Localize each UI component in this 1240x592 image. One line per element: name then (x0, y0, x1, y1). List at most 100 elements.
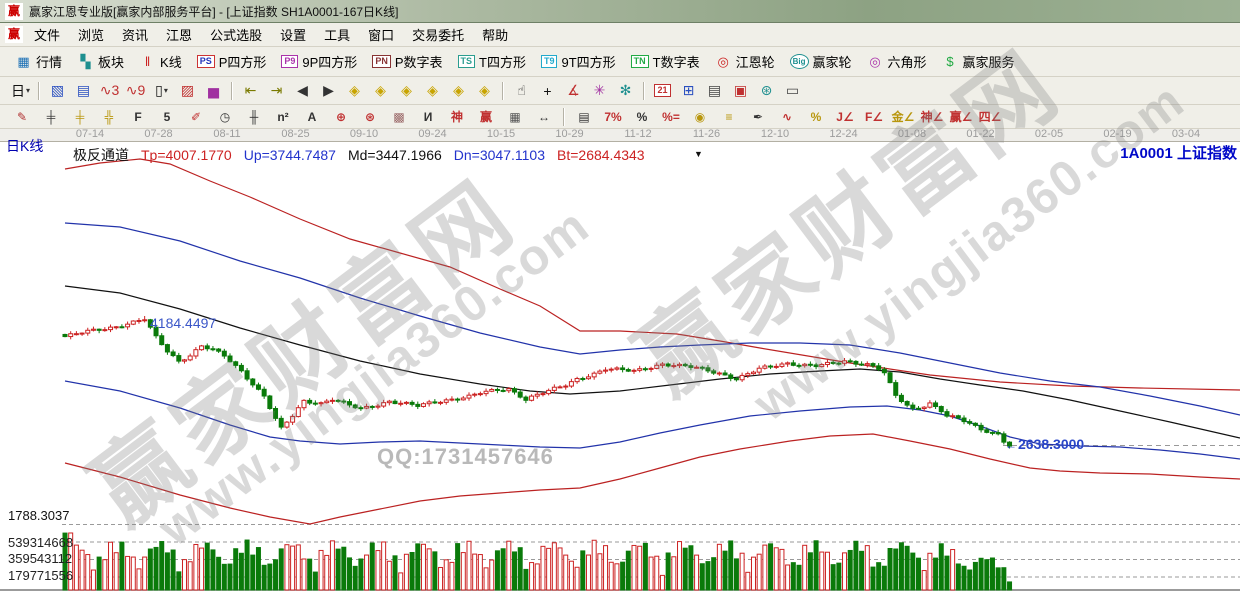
sectors-button[interactable]: ▚ 板块 (70, 49, 131, 74)
gold-levels-icon[interactable]: ≡ (715, 106, 743, 127)
wave-9-icon-glyph: ∿9 (125, 82, 146, 98)
net-update-icon[interactable]: ⊛ (754, 79, 779, 102)
crosshair-icon[interactable]: + (535, 79, 560, 102)
kline-button[interactable]: ‖ K线 (132, 49, 189, 74)
bar-range-icon[interactable]: ↔ (530, 106, 558, 127)
percent-7-icon[interactable]: 7% (599, 106, 627, 127)
toolbar-separator (38, 81, 40, 100)
p-square-button[interactable]: PS P四方形 (190, 49, 274, 74)
compass-pen-icon[interactable]: ✎ (8, 106, 36, 127)
calculator-icon-glyph: ⊞ (682, 82, 695, 98)
menu-item-2[interactable]: 资讯 (113, 22, 157, 47)
angle-win-icon[interactable]: 赢∠ (947, 106, 975, 127)
9t-square-button[interactable]: T9 9T四方形 (534, 49, 623, 74)
candle-style-dropdown[interactable]: ▯ ▾ (149, 79, 174, 102)
winner-wheel-button-label: 赢家轮 (812, 55, 852, 70)
angle-four-icon[interactable]: 四∠ (976, 106, 1004, 127)
diamond-expand-h-icon[interactable]: ◈ (394, 79, 419, 102)
notepad-icon[interactable]: ▤ (702, 79, 727, 102)
win-grid-icon[interactable]: 赢 (472, 106, 500, 127)
quote-page-icon[interactable]: ▤ (71, 79, 96, 102)
angle-shen-icon[interactable]: 神∠ (918, 106, 946, 127)
gold-circle-icon[interactable]: ◉ (686, 106, 714, 127)
calendar-21-icon[interactable]: 21 (650, 79, 675, 102)
percent-lines-icon[interactable]: %= (657, 106, 685, 127)
kline-button-glyph: ‖ (144, 53, 151, 69)
wave-3-icon[interactable]: ∿3 (97, 79, 122, 102)
calculator-icon[interactable]: ⊞ (676, 79, 701, 102)
percent-7-icon-glyph: 7% (604, 109, 622, 124)
menu-item-9[interactable]: 帮助 (473, 22, 517, 47)
print-icon[interactable]: ▭ (780, 79, 805, 102)
angle-j-icon[interactable]: J∠ (831, 106, 859, 127)
period-day-dropdown[interactable]: 日 ▾ (8, 79, 33, 102)
t-square-button[interactable]: TS T四方形 (451, 49, 533, 74)
hash-grid-icon[interactable]: ╫ (240, 106, 268, 127)
menu-item-8[interactable]: 交易委托 (403, 22, 473, 47)
peak-price-label: 4184.4497 (150, 315, 217, 331)
menu-item-7[interactable]: 窗口 (359, 22, 403, 47)
f-grid-icon[interactable]: F (124, 106, 152, 127)
wave-percent-icon[interactable]: ∿ (773, 106, 801, 127)
last-page-icon-glyph: ⇥ (270, 82, 283, 98)
p-number-table-button[interactable]: PN P数字表 (365, 49, 449, 74)
square-web-icon[interactable]: ▩ (385, 106, 413, 127)
diamond-compress-all-icon[interactable]: ◈ (472, 79, 497, 102)
circle-cross-icon[interactable]: ⊕ (327, 106, 355, 127)
gold-grid-2-icon[interactable]: ╬ (95, 106, 123, 127)
period-label[interactable]: 日K线 (6, 136, 43, 156)
zigzag-icon-glyph: И (423, 109, 433, 124)
t-number-table-button[interactable]: TN T数字表 (624, 49, 707, 74)
gann-wheel-button[interactable]: ◎ 江恩轮 (708, 49, 782, 74)
menu-item-6[interactable]: 工具 (315, 22, 359, 47)
drag-hand-icon[interactable]: ☝ (509, 79, 534, 102)
color-bars-icon[interactable]: ▅ (201, 79, 226, 102)
zigzag-icon[interactable]: И (414, 106, 442, 127)
time-cycle-icon[interactable]: ◷ (211, 106, 239, 127)
zoom-area-icon[interactable]: ▧ (45, 79, 70, 102)
percent-levels-icon[interactable]: ▤ (570, 106, 598, 127)
quotes-button[interactable]: ▦ 行情 (8, 49, 69, 74)
winner-service-button[interactable]: $ 赢家服务 (935, 49, 1022, 74)
diamond-shift-left-icon[interactable]: ◈ (342, 79, 367, 102)
number-grid-icon[interactable]: ▦ (501, 106, 529, 127)
menu-item-5[interactable]: 设置 (271, 22, 315, 47)
first-page-icon[interactable]: ⇤ (238, 79, 263, 102)
angle-gold-icon[interactable]: 金∠ (889, 106, 917, 127)
gold-grid-icon[interactable]: ╪ (66, 106, 94, 127)
shen-grid-icon[interactable]: 神 (443, 106, 471, 127)
gold-percent-icon[interactable]: % (802, 106, 830, 127)
last-price-value: 2638.3000 (1018, 436, 1085, 452)
grid-ruler-icon[interactable]: ╪ (37, 106, 65, 127)
save-icon[interactable]: ▣ (728, 79, 753, 102)
wave-9-icon[interactable]: ∿9 (123, 79, 148, 102)
next-bar-icon[interactable]: ▶ (316, 79, 341, 102)
price-chart-canvas[interactable] (0, 142, 1240, 592)
menu-item-3[interactable]: 江恩 (157, 22, 201, 47)
red-pen-icon[interactable]: ✐ (182, 106, 210, 127)
winner-wheel-button[interactable]: Big 赢家轮 (783, 49, 859, 74)
menu-item-4[interactable]: 公式选股 (201, 22, 271, 47)
prev-bar-icon[interactable]: ◀ (290, 79, 315, 102)
child-window-icon[interactable]: 赢 (5, 26, 23, 43)
n-square-icon[interactable]: n² (269, 106, 297, 127)
spider-web-icon[interactable]: ⊛ (356, 106, 384, 127)
angle-f-icon[interactable]: F∠ (860, 106, 888, 127)
wave-tool-icon[interactable]: ✻ (613, 79, 638, 102)
percent-icon[interactable]: % (628, 106, 656, 127)
diamond-compress-h-icon[interactable]: ◈ (420, 79, 445, 102)
diamond-expand-all-icon[interactable]: ◈ (446, 79, 471, 102)
diamond-shift-right-icon[interactable]: ◈ (368, 79, 393, 102)
flag-pen-icon[interactable]: ✒ (744, 106, 772, 127)
menu-item-0[interactable]: 文件 (25, 22, 69, 47)
hexagon-button[interactable]: ◎ 六角形 (860, 49, 934, 74)
menu-item-1[interactable]: 浏览 (69, 22, 113, 47)
gann-box-icon[interactable]: ✳ (587, 79, 612, 102)
five-grid-icon[interactable]: 5 (153, 106, 181, 127)
9p-square-button[interactable]: P9 9P四方形 (274, 49, 364, 74)
last-page-icon[interactable]: ⇥ (264, 79, 289, 102)
pattern-box-icon[interactable]: ▨ (175, 79, 200, 102)
angle-measure-icon[interactable]: ∡ (561, 79, 586, 102)
a-vertical-icon[interactable]: A (298, 106, 326, 127)
marker-triangle-icon[interactable]: ▼ (694, 149, 703, 159)
